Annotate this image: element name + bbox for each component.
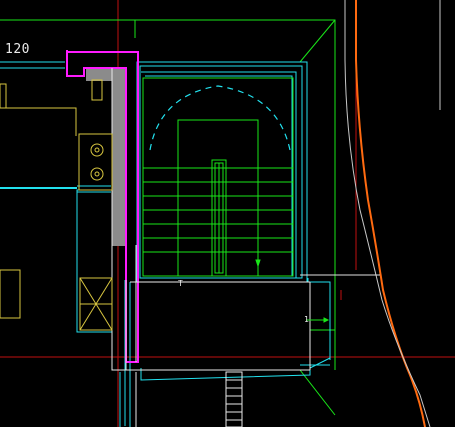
stair-mark-1: 1	[304, 315, 309, 324]
stair-steps	[142, 77, 294, 277]
cyan-wall-lines	[0, 61, 380, 426]
white-boundary-lines	[344, 0, 441, 427]
cad-drawing[interactable]	[0, 0, 455, 427]
exterior-ladder	[225, 371, 243, 427]
dimension-label: 120	[5, 42, 30, 57]
yellow-kitchen-outlines	[0, 79, 113, 331]
stair-mark-t: T	[178, 279, 183, 288]
red-grid-lines	[0, 0, 455, 427]
white-wall-lines	[111, 68, 311, 427]
grey-wall-column	[112, 68, 126, 246]
grey-wall-top	[86, 68, 126, 81]
green-roof-outline	[0, 19, 336, 416]
orange-boundary-curve	[355, 0, 426, 427]
stair-landing-arc	[149, 85, 291, 151]
cad-viewport[interactable]: 120 T 1	[0, 0, 455, 427]
